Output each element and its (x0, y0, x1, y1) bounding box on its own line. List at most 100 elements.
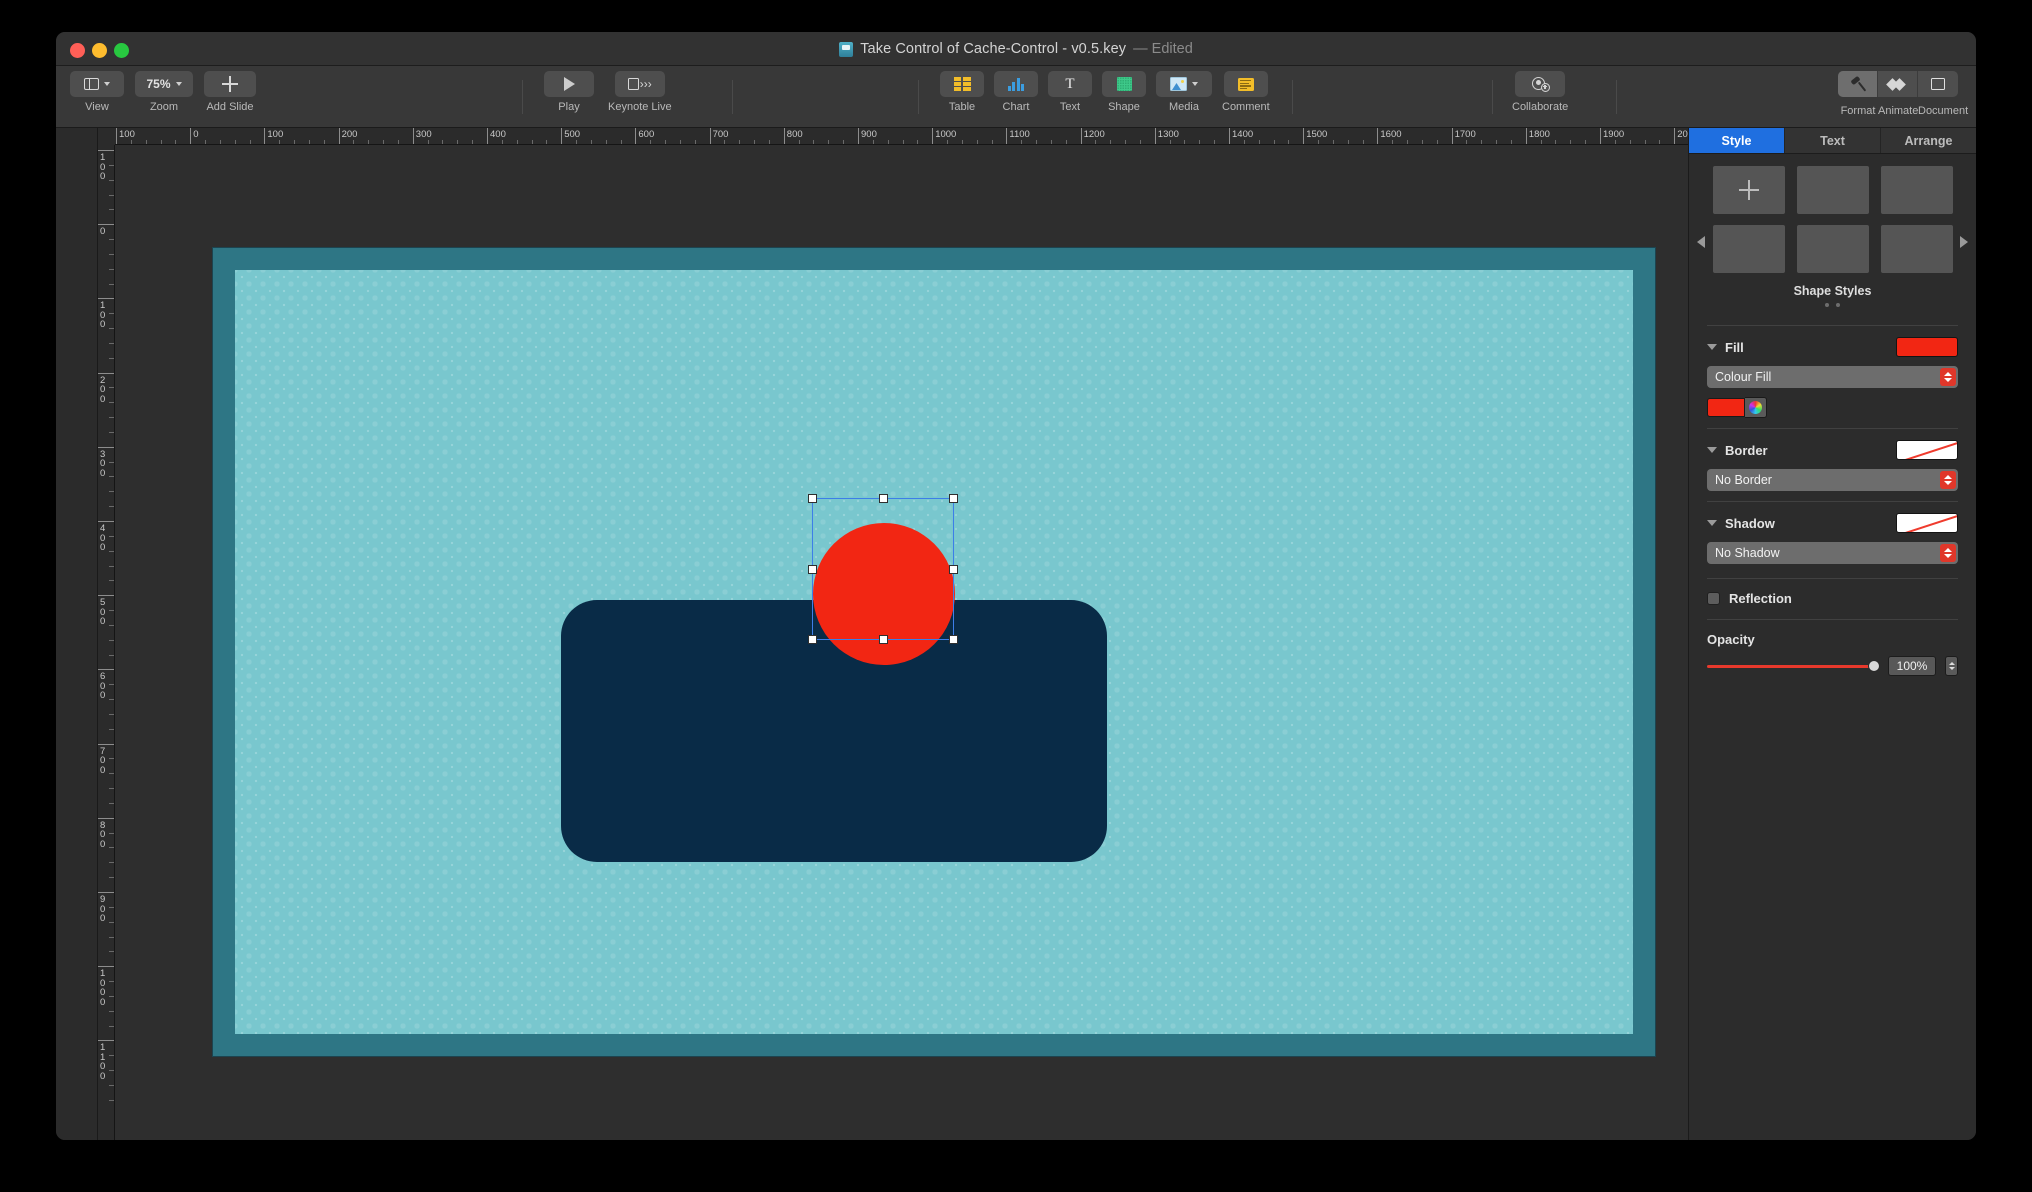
shape-style-swatch[interactable] (1880, 225, 1953, 273)
dropdown-stepper-icon[interactable] (1940, 544, 1956, 562)
ruler-major-tick (635, 128, 637, 144)
shape-style-swatch[interactable] (1796, 166, 1869, 214)
red-circle-shape[interactable] (813, 523, 955, 665)
ruler-label: 100 (267, 129, 284, 140)
ruler-minor-tick (109, 283, 114, 285)
shape-label: Shape (1108, 101, 1140, 113)
border-type-dropdown[interactable]: No Border (1707, 469, 1958, 491)
border-preview-swatch[interactable] (1896, 440, 1958, 460)
dropdown-stepper-icon[interactable] (1940, 471, 1956, 489)
border-section: Border No Border (1689, 429, 1976, 491)
tab-style[interactable]: Style (1689, 128, 1785, 153)
collaborate-icon (1531, 76, 1550, 92)
ruler-label: 1500 (1306, 129, 1328, 140)
keynote-document-icon (839, 41, 854, 57)
media-label: Media (1169, 101, 1199, 113)
add-slide-button[interactable]: Add Slide (204, 71, 256, 113)
shape-style-swatch[interactable] (1712, 225, 1785, 273)
view-button[interactable]: View (70, 71, 124, 113)
ruler-minor-tick (109, 639, 114, 641)
ruler-minor-tick (109, 357, 114, 359)
ruler-label: 1200 (1083, 129, 1105, 140)
ruler-major-tick (1377, 128, 1379, 144)
collaborate-label: Collaborate (1512, 101, 1569, 113)
comment-button[interactable]: Comment (1222, 71, 1270, 113)
ruler-label: 200 (341, 129, 358, 140)
ruler-label: 1100 (1009, 129, 1030, 140)
reflection-checkbox[interactable] (1707, 592, 1720, 605)
chart-button[interactable]: Chart (994, 71, 1038, 113)
shape-style-swatch[interactable] (1796, 225, 1869, 273)
zoom-button[interactable]: 75% Zoom (135, 71, 193, 113)
disclosure-triangle-icon[interactable] (1707, 520, 1717, 526)
document-inspector-button[interactable] (1918, 71, 1958, 97)
chevron-down-icon (104, 82, 110, 86)
fill-preview-swatch[interactable] (1896, 337, 1958, 357)
reflection-row[interactable]: Reflection (1689, 579, 1976, 606)
opacity-value-field[interactable]: 100% (1888, 656, 1936, 676)
ruler-major-tick (1229, 128, 1230, 144)
add-shape-style-button[interactable] (1712, 166, 1785, 214)
ruler-label: 300 (100, 448, 106, 479)
opacity-slider-knob[interactable] (1868, 660, 1880, 672)
collaborate-button[interactable]: Collaborate (1512, 71, 1568, 113)
media-button[interactable]: Media (1156, 71, 1212, 113)
ruler-major-tick (1080, 128, 1082, 144)
keynote-live-button[interactable]: ››› Keynote Live (608, 71, 672, 113)
ruler-major-tick (98, 150, 114, 151)
shadow-preview-swatch[interactable] (1896, 513, 1958, 533)
dropdown-stepper-icon[interactable] (1940, 368, 1956, 386)
colour-wheel-button[interactable] (1745, 397, 1767, 418)
window-title-group: Take Control of Cache-Control - v0.5.key… (56, 32, 1976, 66)
ruler-minor-tick (109, 684, 114, 686)
animate-inspector-button[interactable] (1878, 71, 1918, 97)
page-dot[interactable] (1836, 303, 1840, 307)
shape-style-swatch[interactable] (1880, 166, 1953, 214)
ruler-minor-tick (109, 194, 114, 196)
ruler-label: 1000 (935, 129, 957, 140)
inspector-segmented-control[interactable] (1838, 71, 1958, 97)
ruler-minor-tick (109, 773, 114, 775)
ruler-major-tick (98, 298, 114, 300)
ruler-major-tick (116, 128, 117, 144)
close-window-button[interactable] (70, 43, 85, 58)
view-button-label: View (85, 101, 109, 113)
tab-arrange[interactable]: Arrange (1881, 128, 1976, 153)
ruler-major-tick (1525, 128, 1527, 144)
opacity-slider[interactable] (1707, 659, 1880, 673)
ruler-major-tick (98, 1040, 114, 1042)
tab-text[interactable]: Text (1785, 128, 1881, 153)
fill-type-dropdown[interactable]: Colour Fill (1707, 366, 1958, 388)
ruler-major-tick (932, 128, 934, 144)
chevron-right-icon[interactable] (1960, 236, 1968, 248)
disclosure-triangle-icon[interactable] (1707, 447, 1717, 453)
ruler-major-tick (98, 743, 114, 745)
opacity-stepper[interactable] (1945, 656, 1958, 676)
shadow-section-title: Shadow (1725, 515, 1775, 531)
page-dot[interactable] (1825, 303, 1829, 307)
slide-canvas-area[interactable] (115, 145, 1688, 1140)
fill-section-title: Fill (1725, 339, 1744, 355)
fill-colour-well[interactable] (1707, 398, 1745, 417)
border-section-title: Border (1725, 442, 1768, 458)
vertical-ruler[interactable]: 100010020030040050060070080090010001100 (98, 128, 115, 1140)
document-label: Document (1918, 105, 1969, 117)
ruler-major-tick (1600, 128, 1601, 144)
shape-button[interactable]: Shape (1102, 71, 1146, 113)
ruler-major-tick (98, 372, 114, 374)
ruler-minor-tick (109, 580, 114, 582)
maximize-window-button[interactable] (114, 43, 129, 58)
minimize-window-button[interactable] (92, 43, 107, 58)
ruler-label: 200 (100, 374, 106, 405)
table-button[interactable]: Table (940, 71, 984, 113)
text-button[interactable]: T Text (1048, 71, 1092, 113)
disclosure-triangle-icon[interactable] (1707, 344, 1717, 350)
chevron-down-icon (175, 82, 182, 86)
slide-navigator-strip (56, 128, 98, 1140)
chevron-left-icon[interactable] (1697, 236, 1705, 248)
ruler-minor-tick (109, 328, 114, 330)
slide[interactable] (213, 248, 1655, 1056)
shadow-type-dropdown[interactable]: No Shadow (1707, 542, 1958, 564)
format-inspector-button[interactable] (1838, 71, 1878, 97)
play-button[interactable]: Play (544, 71, 594, 113)
